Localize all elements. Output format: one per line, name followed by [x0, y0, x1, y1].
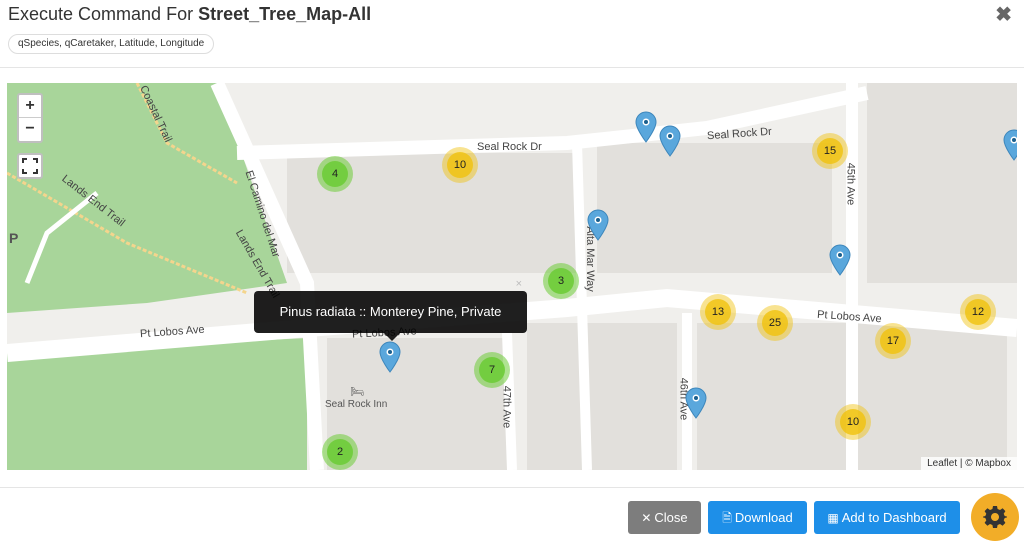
cluster-marker[interactable]: 12: [960, 294, 996, 330]
cluster-count: 3: [548, 268, 574, 294]
cluster-marker[interactable]: 17: [875, 323, 911, 359]
tree-pin-icon[interactable]: [635, 111, 657, 143]
gear-icon: [983, 506, 1007, 528]
marker-popup: Pinus radiata :: Monterey Pine, Private …: [254, 278, 527, 341]
close-label: Close: [654, 510, 688, 525]
cluster-count: 25: [762, 310, 788, 336]
map-attribution[interactable]: Leaflet | © Mapbox: [921, 457, 1017, 470]
map-view[interactable]: P Seal Rock Dr Seal Rock Dr El Camino de…: [7, 83, 1017, 470]
fullscreen-icon: [22, 158, 38, 174]
download-label: Download: [734, 510, 793, 525]
tree-pin-icon[interactable]: [659, 125, 681, 157]
command-modal: Execute Command For Street_Tree_Map-All …: [0, 0, 1024, 545]
modal-header: Execute Command For Street_Tree_Map-All …: [0, 0, 1024, 68]
settings-button[interactable]: [971, 493, 1019, 541]
cluster-count: 10: [840, 409, 866, 435]
street-label: 47th Ave: [500, 385, 513, 429]
table-icon: ▦: [827, 511, 839, 525]
title-prefix: Execute Command For: [8, 4, 199, 24]
cluster-marker[interactable]: 25: [757, 305, 793, 341]
cluster-marker[interactable]: 4: [317, 156, 353, 192]
cluster-marker[interactable]: 3: [543, 263, 579, 299]
tree-pin-icon[interactable]: [829, 244, 851, 276]
parking-marker: P: [9, 230, 19, 246]
x-icon: ✕: [641, 511, 652, 525]
hotel-icon: 🛏: [350, 386, 364, 398]
street-label: 45th Ave: [844, 162, 857, 206]
tree-pin-icon[interactable]: [379, 341, 401, 373]
city-block: [527, 323, 677, 470]
zoom-out-button[interactable]: −: [19, 118, 41, 141]
cluster-count: 10: [447, 152, 473, 178]
download-button[interactable]: 🗎 Download: [708, 501, 807, 534]
cluster-marker[interactable]: 13: [700, 294, 736, 330]
cluster-marker[interactable]: 10: [442, 147, 478, 183]
city-block: [597, 143, 832, 273]
modal-footer: ✕ Close 🗎 Download ▦ Add to Dashboard: [0, 487, 1024, 545]
cluster-marker[interactable]: 15: [812, 133, 848, 169]
dashboard-label: Add to Dashboard: [841, 510, 947, 525]
poi-label: Seal Rock Inn: [325, 399, 388, 410]
city-block: [867, 83, 1017, 283]
cluster-marker[interactable]: 7: [474, 352, 510, 388]
fullscreen-button[interactable]: [17, 153, 43, 179]
street-label: Seal Rock Dr: [477, 141, 542, 153]
zoom-control: + −: [17, 93, 43, 143]
tree-pin-icon[interactable]: [685, 387, 707, 419]
zoom-in-button[interactable]: +: [19, 95, 41, 118]
cluster-count: 7: [479, 357, 505, 383]
cluster-count: 2: [327, 439, 353, 465]
cluster-count: 15: [817, 138, 843, 164]
cluster-count: 17: [880, 328, 906, 354]
cluster-count: 12: [965, 299, 991, 325]
title-map-name: Street_Tree_Map-All: [198, 4, 372, 24]
file-icon: 🗎: [722, 511, 732, 525]
cluster-marker[interactable]: 2: [322, 434, 358, 470]
cluster-marker[interactable]: 10: [835, 404, 871, 440]
add-to-dashboard-button[interactable]: ▦ Add to Dashboard: [814, 501, 960, 534]
tree-pin-icon[interactable]: [1003, 129, 1017, 161]
cluster-count: 13: [705, 299, 731, 325]
modal-title: Execute Command For Street_Tree_Map-All: [8, 4, 371, 25]
popup-close-button[interactable]: ×: [516, 277, 522, 291]
close-icon[interactable]: ✖: [995, 2, 1012, 27]
fields-chip: qSpecies, qCaretaker, Latitude, Longitud…: [8, 34, 215, 54]
cluster-count: 4: [322, 161, 348, 187]
tree-pin-icon[interactable]: [587, 209, 609, 241]
close-button[interactable]: ✕ Close: [628, 501, 701, 534]
popup-arrow: [384, 333, 400, 341]
popup-text: Pinus radiata :: Monterey Pine, Private: [279, 304, 502, 319]
